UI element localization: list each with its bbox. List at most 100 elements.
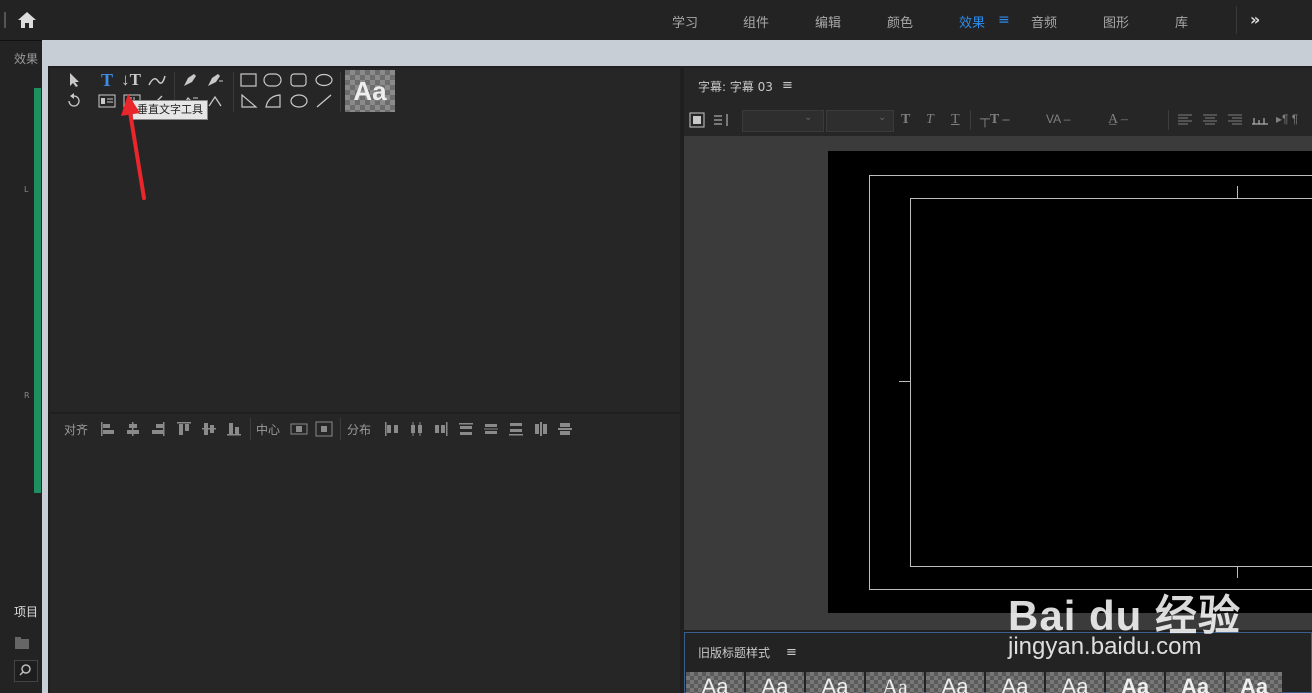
workspace-tab-graphics[interactable]: 图形 (1103, 12, 1129, 31)
rounded-corner-tool-icon[interactable] (314, 71, 334, 89)
home-icon[interactable] (16, 10, 40, 32)
align-text-left-icon[interactable] (1177, 113, 1193, 127)
center-mark (1237, 186, 1238, 198)
toolbar-divider (1168, 110, 1169, 130)
center-mark (1237, 566, 1238, 578)
show-background-video-icon[interactable] (689, 112, 705, 128)
pen-tool-icon[interactable] (180, 71, 200, 89)
workspace-tab-assembly[interactable]: 组件 (743, 12, 769, 31)
paragraph-icon[interactable]: ▸¶ ¶ (1276, 112, 1298, 126)
center-label: 中心 (256, 423, 281, 437)
area-type-tool-icon[interactable] (97, 92, 117, 110)
workspace-divider (1236, 6, 1237, 34)
styles-panel-title: 旧版标题样式 (698, 646, 771, 660)
style-swatch[interactable]: Aa (806, 672, 864, 693)
rectangle-tool-icon[interactable] (239, 71, 259, 89)
chevron-down-icon: ⌄ (878, 112, 887, 123)
baidu-watermark-url: jingyan.baidu.com (1008, 633, 1202, 660)
audio-meter (34, 88, 41, 493)
folder-icon[interactable] (14, 636, 30, 650)
align-right-icon[interactable] (150, 421, 166, 437)
arc-tool-icon[interactable] (263, 92, 283, 110)
underline-icon[interactable]: T (951, 112, 960, 128)
align-vertical-center-icon[interactable] (201, 421, 217, 437)
workspace-tab-audio[interactable]: 音频 (1031, 12, 1057, 31)
title-safe-area (910, 198, 1312, 567)
title-designer-header (684, 68, 1312, 106)
font-size-icon[interactable]: ┬T – (980, 112, 1010, 128)
type-tool-icon[interactable]: T (97, 70, 117, 90)
tab-stops-icon[interactable] (712, 112, 732, 128)
distribute-label: 分布 (347, 423, 372, 437)
align-label: 对齐 (64, 423, 89, 437)
workspace-bar: 学习 组件 编辑 颜色 效果 ≡ 音频 图形 库 » (0, 0, 1312, 41)
add-anchor-tool-icon[interactable] (205, 71, 225, 89)
styles-menu-icon[interactable]: ≡ (786, 645, 797, 660)
effects-panel-tab[interactable]: 效果 (14, 50, 38, 67)
project-panel-tab[interactable]: 项目 (14, 603, 38, 620)
align-divider (340, 418, 341, 440)
chevron-down-icon: ⌄ (804, 112, 813, 123)
style-swatch[interactable]: Aa (1106, 672, 1164, 693)
panel-grip[interactable] (4, 12, 6, 28)
center-mark (899, 381, 911, 382)
line-tool-icon[interactable] (314, 92, 334, 110)
rounded-rectangle-tool-icon[interactable] (263, 71, 283, 89)
workspace-tab-color[interactable]: 颜色 (887, 12, 913, 31)
distribute-right-icon[interactable] (433, 421, 449, 437)
distribute-vertical-center-icon[interactable] (483, 421, 499, 437)
align-text-center-icon[interactable] (1202, 113, 1218, 127)
distribute-horizontal-center-icon[interactable] (408, 421, 424, 437)
align-panel (50, 414, 680, 693)
search-icon[interactable] (14, 660, 38, 682)
center-horizontal-icon[interactable] (290, 421, 308, 437)
tool-divider (340, 72, 341, 112)
path-type-tool-icon[interactable] (147, 71, 167, 89)
align-left-icon[interactable] (100, 421, 116, 437)
kerning-icon[interactable]: VA – (1046, 112, 1070, 126)
align-divider (250, 418, 251, 440)
tool-divider (233, 72, 234, 112)
leading-icon[interactable]: A̲ – (1108, 112, 1128, 128)
bold-icon[interactable]: T (901, 112, 910, 128)
title-designer-title: 字幕: 字幕 03 (698, 80, 773, 94)
distribute-vertical-space-icon[interactable] (557, 421, 573, 437)
channel-l-label: L (24, 185, 29, 194)
align-horizontal-center-icon[interactable] (125, 421, 141, 437)
clipped-corner-tool-icon[interactable] (289, 71, 309, 89)
rotate-tool-icon[interactable] (64, 92, 84, 110)
distribute-bottom-icon[interactable] (508, 421, 524, 437)
style-swatch[interactable]: Aa (746, 672, 804, 693)
workspace-tab-editing[interactable]: 编辑 (815, 12, 841, 31)
center-vertical-icon[interactable] (315, 421, 333, 437)
style-swatch[interactable]: Aa (866, 672, 924, 693)
wedge-tool-icon[interactable] (239, 92, 259, 110)
ellipse-tool-icon[interactable] (289, 92, 309, 110)
distribute-left-icon[interactable] (383, 421, 399, 437)
align-bottom-icon[interactable] (226, 421, 242, 437)
style-swatch[interactable]: Aa (986, 672, 1044, 693)
convert-anchor-tool-icon[interactable] (205, 92, 225, 110)
workspace-menu-icon[interactable]: ≡ (998, 12, 1010, 28)
align-top-icon[interactable] (176, 421, 192, 437)
italic-icon[interactable]: T (926, 112, 934, 128)
style-swatch[interactable]: Aa (1226, 672, 1282, 693)
toolbar-divider (970, 110, 971, 130)
style-swatch[interactable]: Aa (926, 672, 984, 693)
workspace-tab-effects[interactable]: 效果 (959, 12, 985, 31)
distribute-top-icon[interactable] (458, 421, 474, 437)
designer-menu-icon[interactable]: ≡ (782, 78, 793, 93)
current-style-preview[interactable]: Aa (345, 70, 395, 112)
selection-tool-icon[interactable] (64, 71, 84, 89)
align-text-right-icon[interactable] (1227, 113, 1243, 127)
workspace-tab-learn[interactable]: 学习 (672, 12, 698, 31)
style-swatch[interactable]: Aa (1166, 672, 1224, 693)
workspace-tab-libraries[interactable]: 库 (1175, 12, 1188, 31)
more-workspaces-icon[interactable]: » (1250, 10, 1260, 29)
distribute-horizontal-space-icon[interactable] (533, 421, 549, 437)
annotation-arrow (121, 94, 146, 200)
tab-ruler-icon[interactable] (1251, 112, 1269, 128)
style-swatch[interactable]: Aa (686, 672, 744, 693)
vertical-type-tool-icon[interactable]: ↓T (121, 70, 141, 89)
style-swatch[interactable]: Aa (1046, 672, 1104, 693)
